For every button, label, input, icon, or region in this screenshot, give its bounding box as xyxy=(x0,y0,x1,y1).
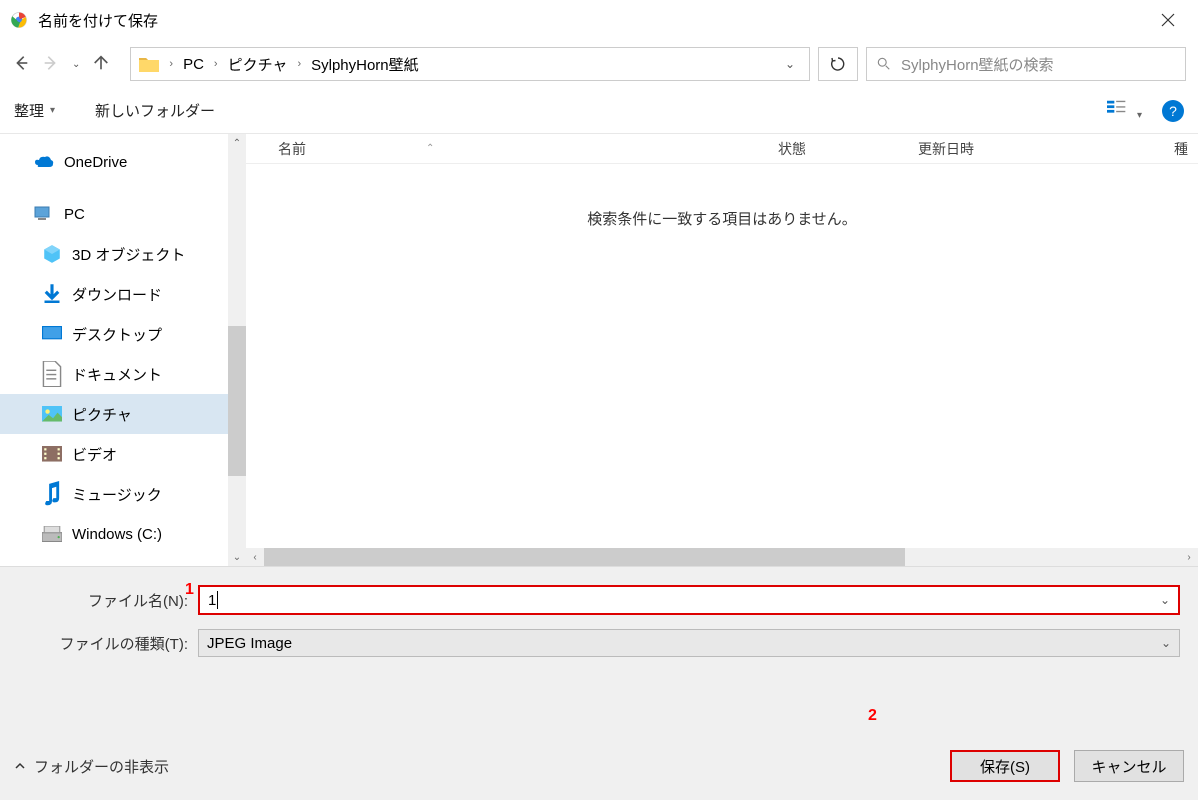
tree-desktop[interactable]: デスクトップ xyxy=(0,314,228,354)
drive-icon xyxy=(42,525,62,543)
music-icon xyxy=(42,485,62,503)
pictures-icon xyxy=(42,405,62,423)
tree-documents[interactable]: ドキュメント xyxy=(0,354,228,394)
up-button[interactable] xyxy=(92,54,110,75)
hide-folders-button[interactable]: フォルダーの非表示 xyxy=(14,756,169,777)
nav-bar: ⌄ › PC › ピクチャ › SylphyHorn壁紙 ⌄ SylphyHor… xyxy=(0,40,1198,88)
scroll-right[interactable]: › xyxy=(1180,548,1198,566)
column-name[interactable]: 名前 ⌃ xyxy=(246,139,770,159)
tree-downloads[interactable]: ダウンロード xyxy=(0,274,228,314)
forward-button[interactable] xyxy=(42,54,60,75)
breadcrumb-pc[interactable]: PC xyxy=(183,56,204,73)
window-title: 名前を付けて保存 xyxy=(38,10,1148,31)
history-dropdown[interactable]: ⌄ xyxy=(72,59,80,70)
tree-pictures[interactable]: ピクチャ xyxy=(0,394,228,434)
chevron-right-icon[interactable]: › xyxy=(297,58,301,70)
chrome-icon xyxy=(10,11,28,29)
scrollbar-thumb[interactable] xyxy=(228,326,246,476)
view-button[interactable]: ▾ xyxy=(1107,100,1142,121)
scrollbar-track[interactable] xyxy=(264,548,1180,566)
folder-icon xyxy=(139,56,159,72)
close-button[interactable] xyxy=(1148,5,1188,35)
search-box[interactable]: SylphyHorn壁紙の検索 xyxy=(866,47,1186,81)
column-date[interactable]: 更新日時 xyxy=(910,139,1170,159)
refresh-button[interactable] xyxy=(818,47,858,81)
cancel-button[interactable]: キャンセル xyxy=(1074,750,1184,782)
help-button[interactable]: ? xyxy=(1162,100,1184,122)
breadcrumb-pictures[interactable]: ピクチャ xyxy=(228,54,288,75)
bottom-panel: 1 2 ファイル名(N): 1 ⌄ ファイルの種類(T): JPEG Image… xyxy=(0,566,1198,800)
3d-objects-icon xyxy=(42,245,62,263)
nav-arrows: ⌄ xyxy=(12,54,110,75)
scroll-down[interactable]: ⌄ xyxy=(228,548,246,566)
empty-message: 検索条件に一致する項目はありません。 xyxy=(246,164,1198,229)
column-headers: 名前 ⌃ 状態 更新日時 種 xyxy=(246,134,1198,164)
filename-label: ファイル名(N): xyxy=(18,590,198,611)
scroll-left[interactable]: ‹ xyxy=(246,548,264,566)
annotation-1: 1 xyxy=(185,581,194,599)
horizontal-scrollbar: ‹ › xyxy=(246,548,1198,566)
documents-icon xyxy=(42,365,62,383)
filetype-label: ファイルの種類(T): xyxy=(18,633,198,654)
chevron-up-icon xyxy=(14,760,26,772)
search-placeholder: SylphyHorn壁紙の検索 xyxy=(901,54,1054,75)
filetype-dropdown-icon: ⌄ xyxy=(1161,636,1171,650)
save-button[interactable]: 保存(S) xyxy=(950,750,1060,782)
downloads-icon xyxy=(42,285,62,303)
breadcrumb: › PC › ピクチャ › SylphyHorn壁紙 xyxy=(169,54,769,75)
tree-3d-objects[interactable]: 3D オブジェクト xyxy=(0,234,228,274)
column-type[interactable]: 種 xyxy=(1170,139,1198,159)
address-bar[interactable]: › PC › ピクチャ › SylphyHorn壁紙 ⌄ xyxy=(130,47,810,81)
scroll-up[interactable]: ⌃ xyxy=(228,134,246,152)
filename-input[interactable]: 1 ⌄ xyxy=(198,585,1180,615)
address-dropdown[interactable]: ⌄ xyxy=(779,57,801,71)
sidebar: ⌃ ⌄ OneDrive PC 3D オブジェクト ダウンロード xyxy=(0,134,246,566)
breadcrumb-folder[interactable]: SylphyHorn壁紙 xyxy=(311,54,419,75)
onedrive-icon xyxy=(34,153,54,171)
chevron-right-icon[interactable]: › xyxy=(169,58,173,70)
text-cursor xyxy=(217,591,218,609)
tree-c-drive[interactable]: Windows (C:) xyxy=(0,514,228,554)
chevron-right-icon[interactable]: › xyxy=(214,58,218,70)
back-button[interactable] xyxy=(12,54,30,75)
toolbar: 整理 ▾ 新しいフォルダー ▾ ? xyxy=(0,88,1198,134)
desktop-icon xyxy=(42,325,62,343)
tree-pc[interactable]: PC xyxy=(0,194,228,234)
annotation-2: 2 xyxy=(868,707,877,725)
new-folder-button[interactable]: 新しいフォルダー xyxy=(95,100,215,121)
scrollbar-thumb[interactable] xyxy=(264,548,905,566)
pc-icon xyxy=(34,205,54,223)
filename-dropdown[interactable]: ⌄ xyxy=(1160,593,1170,607)
tree-videos[interactable]: ビデオ xyxy=(0,434,228,474)
column-status[interactable]: 状態 xyxy=(770,139,910,159)
videos-icon xyxy=(42,445,62,463)
sort-indicator-icon: ⌃ xyxy=(426,143,434,154)
main-area: ⌃ ⌄ OneDrive PC 3D オブジェクト ダウンロード xyxy=(0,134,1198,566)
folder-tree: OneDrive PC 3D オブジェクト ダウンロード デスクトップ ドキ xyxy=(0,134,228,562)
tree-onedrive[interactable]: OneDrive xyxy=(0,142,228,182)
title-bar: 名前を付けて保存 xyxy=(0,0,1198,40)
filetype-select[interactable]: JPEG Image ⌄ xyxy=(198,629,1180,657)
search-icon xyxy=(877,57,891,71)
organize-button[interactable]: 整理 ▾ xyxy=(14,100,55,121)
file-list: 名前 ⌃ 状態 更新日時 種 検索条件に一致する項目はありません。 ‹ › xyxy=(246,134,1198,566)
tree-music[interactable]: ミュージック xyxy=(0,474,228,514)
